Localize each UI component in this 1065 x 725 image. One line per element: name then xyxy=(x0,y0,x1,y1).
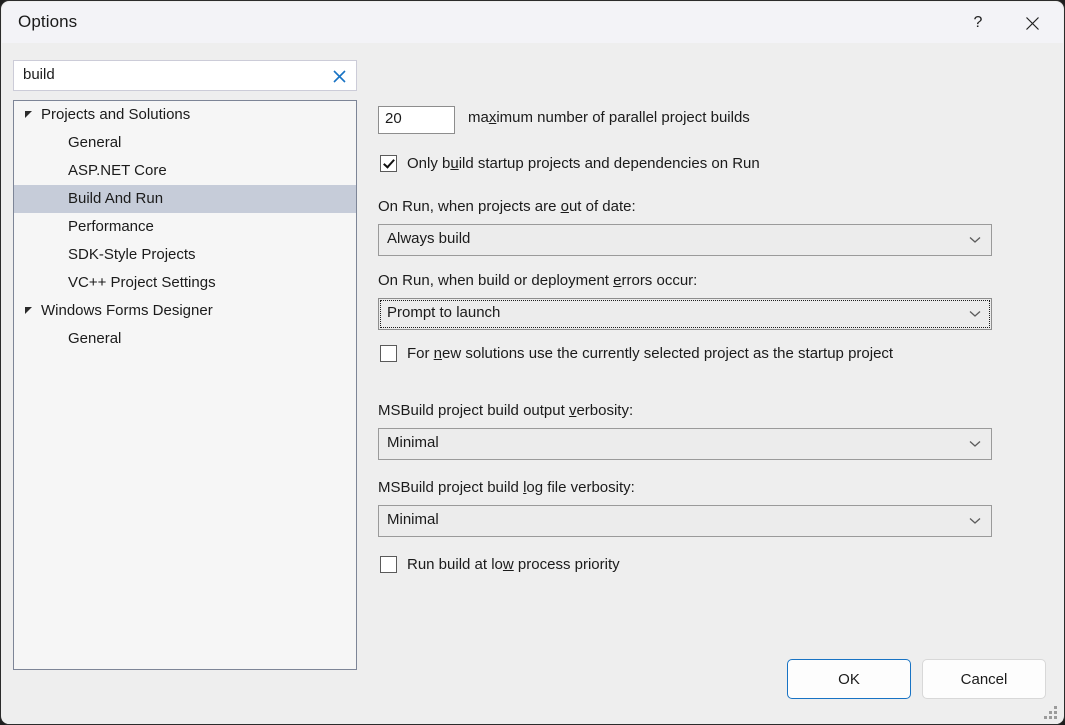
tree-item-label: Performance xyxy=(68,218,154,235)
chevron-down-icon xyxy=(969,515,981,527)
tree-item[interactable]: Performance xyxy=(14,213,356,241)
tree-item[interactable]: ASP.NET Core xyxy=(14,157,356,185)
out-of-date-dropdown[interactable]: Always build xyxy=(378,224,992,256)
title-bar: Options ? xyxy=(2,2,1063,43)
errors-occur-label: On Run, when build or deployment errors … xyxy=(378,272,698,289)
new-solutions-startup-checkbox[interactable]: For new solutions use the currently sele… xyxy=(380,345,893,362)
window-title: Options xyxy=(18,12,78,31)
errors-occur-dropdown[interactable]: Prompt to launch xyxy=(378,298,992,330)
parallel-builds-label: maximum number of parallel project build… xyxy=(468,109,750,126)
log-verbosity-label: MSBuild project build log file verbosity… xyxy=(378,479,635,496)
expander-triangle-icon[interactable] xyxy=(25,307,32,314)
search-input[interactable]: build xyxy=(13,60,357,91)
tree-item[interactable]: SDK-Style Projects xyxy=(14,241,356,269)
tree-item-label: VC++ Project Settings xyxy=(68,274,216,291)
tree-item-label: Projects and Solutions xyxy=(41,106,191,123)
output-verbosity-label: MSBuild project build output verbosity: xyxy=(378,402,634,419)
checkbox-box xyxy=(380,556,397,573)
options-category-tree[interactable]: Projects and Solutions General ASP.NET Cor… xyxy=(13,100,357,670)
chevron-down-icon xyxy=(969,438,981,450)
help-icon[interactable]: ? xyxy=(955,3,1001,43)
output-verbosity-dropdown[interactable]: Minimal xyxy=(378,428,992,460)
parallel-builds-value: 20 xyxy=(385,110,402,127)
tree-item[interactable]: VC++ Project Settings xyxy=(14,269,356,297)
errors-occur-value: Prompt to launch xyxy=(387,304,501,321)
tree-item-label: Windows Forms Designer xyxy=(41,302,213,319)
tree-item[interactable]: Projects and Solutions xyxy=(14,101,356,129)
output-verbosity-value: Minimal xyxy=(387,434,439,451)
ok-button[interactable]: OK xyxy=(787,659,911,699)
parallel-builds-input[interactable]: 20 xyxy=(378,106,455,134)
tree-item-label: General xyxy=(68,330,122,347)
log-verbosity-dropdown[interactable]: Minimal xyxy=(378,505,992,537)
chevron-down-icon xyxy=(969,234,981,246)
resize-grip[interactable] xyxy=(1044,706,1058,719)
options-dialog: Options ? build Projects and Solutions Ge… xyxy=(0,0,1065,725)
out-of-date-label: On Run, when projects are out of date: xyxy=(378,198,636,215)
checkbox-box xyxy=(380,345,397,362)
chevron-down-icon xyxy=(969,308,981,320)
tree-item-label: ASP.NET Core xyxy=(68,162,167,179)
cancel-button[interactable]: Cancel xyxy=(922,659,1046,699)
low-priority-checkbox[interactable]: Run build at low process priority xyxy=(380,556,620,573)
low-priority-label: Run build at low process priority xyxy=(407,556,620,573)
only-build-startup-checkbox[interactable]: Only build startup projects and dependen… xyxy=(380,155,760,172)
close-icon[interactable] xyxy=(1009,3,1055,43)
out-of-date-value: Always build xyxy=(387,230,471,247)
search-value: build xyxy=(23,66,55,83)
tree-item[interactable]: General xyxy=(14,129,356,157)
new-solutions-startup-label: For new solutions use the currently sele… xyxy=(407,345,894,362)
tree-item[interactable]: Build And Run xyxy=(14,185,356,213)
tree-item-label: General xyxy=(68,134,122,151)
log-verbosity-value: Minimal xyxy=(387,511,439,528)
tree-item-label: Build And Run xyxy=(68,190,164,207)
expander-triangle-icon[interactable] xyxy=(25,111,32,118)
tree-item-label: SDK-Style Projects xyxy=(68,246,196,263)
tree-item[interactable]: General xyxy=(14,325,356,353)
tree-item[interactable]: Windows Forms Designer xyxy=(14,297,356,325)
dialog-body: build Projects and Solutions General ASP.N… xyxy=(2,43,1063,724)
checkbox-box xyxy=(380,155,397,172)
clear-search-icon[interactable] xyxy=(328,65,350,87)
only-build-startup-label: Only build startup projects and dependen… xyxy=(407,155,760,172)
